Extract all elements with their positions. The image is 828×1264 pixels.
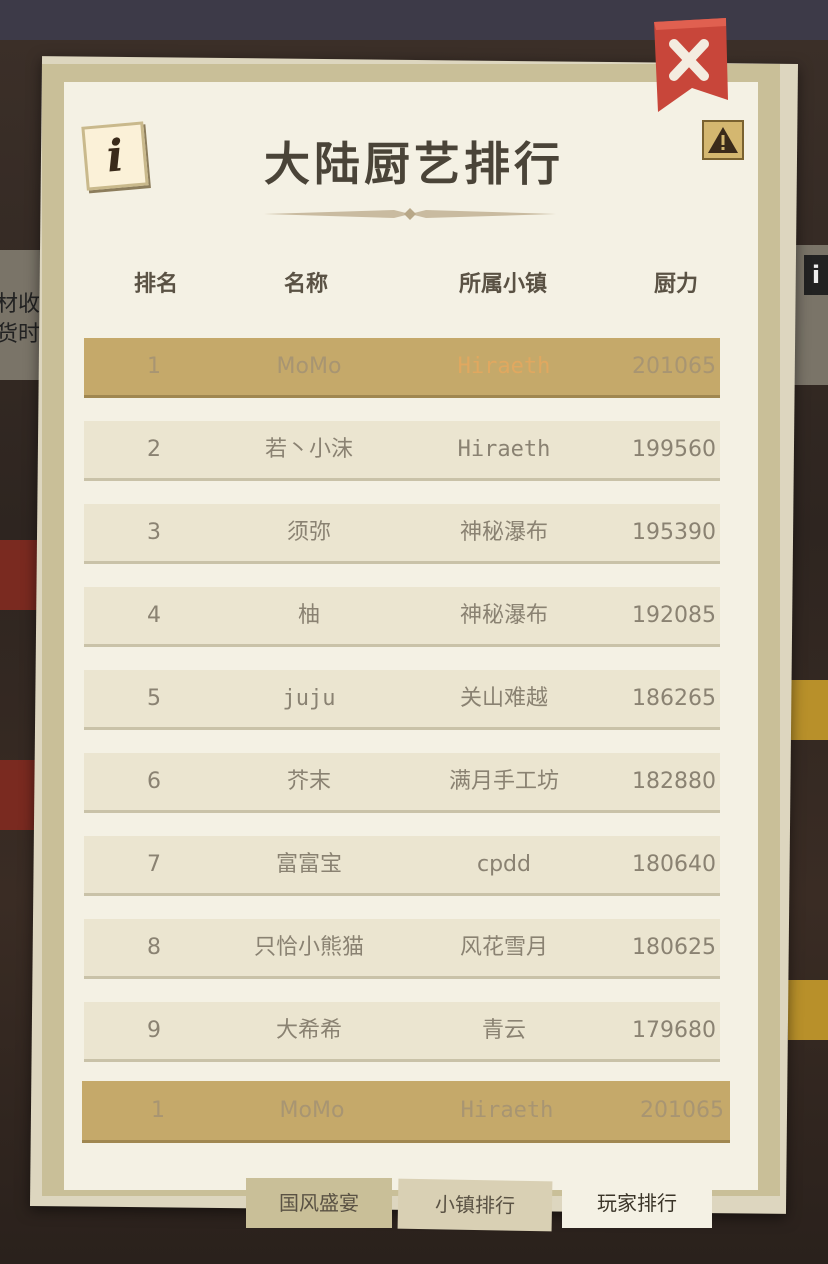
row-rank: 2 [147, 437, 161, 462]
tab-town-ranking[interactable]: 小镇排行 [397, 1178, 553, 1232]
row-town: 关山难越 [459, 686, 548, 711]
row-power: 186265 [632, 686, 716, 711]
self-town: Hiraeth [460, 1098, 554, 1123]
background-decor [788, 680, 828, 740]
header-name: 名称 [283, 272, 328, 297]
row-rank: 1 [147, 354, 161, 379]
self-rank-row[interactable]: 1 MoMo Hiraeth 201065 [82, 1081, 730, 1143]
tab-national-feast[interactable]: 国风盛宴 [246, 1178, 392, 1228]
self-power: 201065 [640, 1098, 724, 1123]
background-sign-line: 材收 [0, 292, 41, 317]
row-name: 富富宝 [275, 852, 342, 877]
row-town: Hiraeth [457, 354, 551, 379]
row-town: Hiraeth [457, 437, 551, 462]
info-icon: i [804, 255, 828, 295]
row-name: juju [282, 686, 336, 711]
table-row[interactable]: 9 大希希 青云 179680 [84, 1002, 720, 1062]
header-power: 厨力 [653, 272, 698, 297]
row-name: 芥末 [286, 769, 331, 794]
row-power: 180640 [632, 852, 716, 877]
row-power: 195390 [632, 520, 716, 545]
row-town: 风花雪月 [459, 935, 548, 960]
table-row[interactable]: 1 MoMo Hiraeth 201065 [84, 338, 720, 398]
row-power: 199560 [632, 437, 716, 462]
close-button[interactable] [652, 18, 728, 114]
row-town: cpdd [477, 852, 531, 877]
row-power: 201065 [632, 354, 716, 379]
row-name: 若丶小沫 [264, 437, 353, 462]
row-rank: 6 [147, 769, 161, 794]
header-town: 所属小镇 [458, 272, 547, 297]
tab-player-ranking[interactable]: 玩家排行 [562, 1178, 712, 1228]
row-rank: 5 [147, 686, 161, 711]
self-name: MoMo [279, 1098, 345, 1123]
row-town: 青云 [481, 1018, 526, 1043]
row-name: MoMo [276, 354, 342, 379]
row-name: 大希希 [275, 1018, 342, 1043]
table-row[interactable]: 6 芥末 满月手工坊 182880 [84, 753, 720, 813]
row-power: 182880 [632, 769, 716, 794]
row-name: 只恰小熊猫 [253, 935, 364, 960]
row-power: 179680 [632, 1018, 716, 1043]
background-decor [788, 980, 828, 1040]
table-row[interactable]: 3 须弥 神秘瀑布 195390 [84, 504, 720, 564]
row-name: 柚 [297, 603, 320, 628]
row-town: 神秘瀑布 [459, 520, 548, 545]
row-power: 180625 [632, 935, 716, 960]
page-title: 大陆厨艺排行 [264, 137, 564, 191]
table-row[interactable]: 7 富富宝 cpdd 180640 [84, 836, 720, 896]
background-decor [0, 540, 40, 610]
row-rank: 8 [147, 935, 161, 960]
table-row[interactable]: 2 若丶小沫 Hiraeth 199560 [84, 421, 720, 481]
row-town: 神秘瀑布 [459, 603, 548, 628]
table-row[interactable]: 8 只恰小熊猫 风花雪月 180625 [84, 919, 720, 979]
title-ornament [264, 208, 556, 220]
table-row[interactable]: 5 juju 关山难越 186265 [84, 670, 720, 730]
row-rank: 4 [147, 603, 161, 628]
background-sign-line: 货时 [0, 322, 41, 347]
row-name: 须弥 [286, 520, 331, 545]
row-town: 满月手工坊 [448, 769, 559, 794]
row-power: 192085 [632, 603, 716, 628]
table-row[interactable]: 4 柚 神秘瀑布 192085 [84, 587, 720, 647]
row-rank: 7 [147, 852, 161, 877]
row-rank: 9 [147, 1018, 161, 1043]
header-rank: 排名 [133, 272, 178, 297]
row-rank: 3 [147, 520, 161, 545]
self-rank: 1 [151, 1098, 165, 1123]
